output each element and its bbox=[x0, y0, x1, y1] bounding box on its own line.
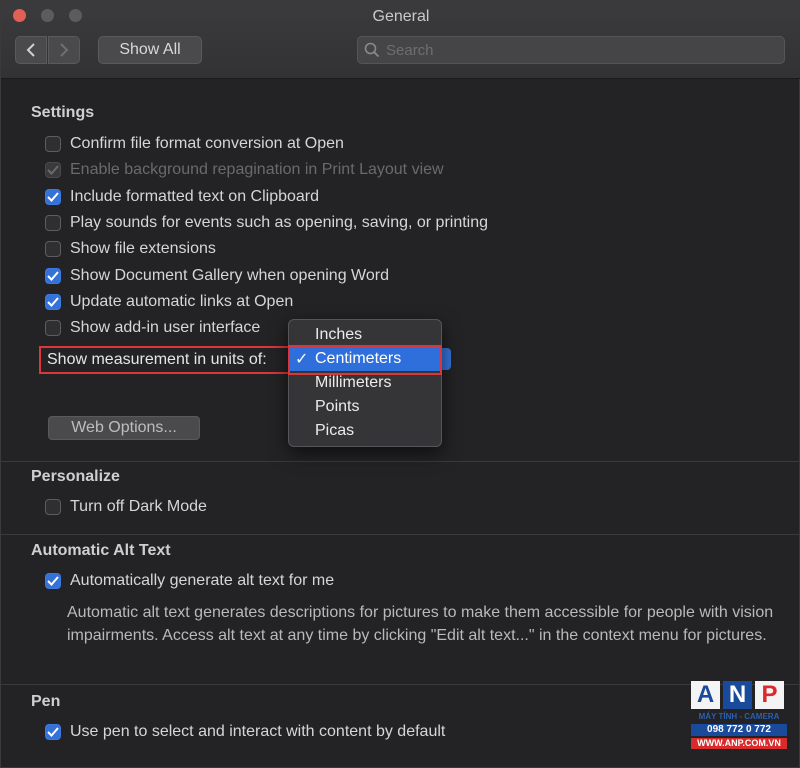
back-button[interactable] bbox=[15, 36, 47, 64]
setting-dark-mode[interactable]: Turn off Dark Mode bbox=[45, 496, 207, 518]
divider bbox=[1, 534, 800, 535]
checkbox[interactable] bbox=[45, 215, 61, 231]
show-all-button[interactable]: Show All bbox=[98, 36, 202, 64]
search-icon bbox=[364, 42, 380, 58]
checkbox[interactable] bbox=[45, 573, 61, 589]
alt-text-description: Automatic alt text generates description… bbox=[67, 604, 774, 644]
checkbox[interactable] bbox=[45, 294, 61, 310]
chevron-left-icon bbox=[26, 43, 35, 57]
logo-letter: N bbox=[723, 681, 752, 709]
logo-tagline: MÁY TÍNH - CAMERA bbox=[698, 712, 780, 721]
setting-label: Show add-in user interface bbox=[70, 319, 261, 336]
checkbox[interactable] bbox=[45, 241, 61, 257]
checkmark-icon bbox=[47, 271, 59, 281]
setting-use-pen[interactable]: Use pen to select and interact with cont… bbox=[45, 721, 445, 743]
setting-label: Show Document Gallery when opening Word bbox=[70, 267, 389, 284]
search-input[interactable] bbox=[386, 41, 766, 59]
menu-item-label: Centimeters bbox=[315, 350, 402, 367]
alt-text-section-title: Automatic Alt Text bbox=[31, 542, 171, 559]
checkbox bbox=[45, 162, 61, 178]
setting-label: Turn off Dark Mode bbox=[70, 498, 207, 515]
pen-section-title: Pen bbox=[31, 693, 61, 710]
setting-file-extensions[interactable]: Show file extensions bbox=[45, 238, 216, 260]
title-bar: General Show All bbox=[1, 1, 800, 79]
setting-label: Confirm file format conversion at Open bbox=[70, 135, 344, 152]
setting-label: Show file extensions bbox=[70, 240, 216, 257]
menu-item-points[interactable]: Points bbox=[289, 395, 441, 419]
setting-addin-ui[interactable]: Show add-in user interface bbox=[45, 317, 260, 339]
setting-formatted-clipboard[interactable]: Include formatted text on Clipboard bbox=[45, 186, 319, 208]
setting-update-links[interactable]: Update automatic links at Open bbox=[45, 291, 293, 313]
menu-item-label: Millimeters bbox=[315, 374, 392, 391]
menu-item-inches[interactable]: Inches bbox=[289, 323, 441, 347]
menu-item-label: Inches bbox=[315, 326, 363, 343]
menu-item-millimeters[interactable]: Millimeters bbox=[289, 371, 441, 395]
setting-label: Automatically generate alt text for me bbox=[70, 572, 335, 589]
setting-confirm-conversion[interactable]: Confirm file format conversion at Open bbox=[45, 133, 344, 155]
checkbox[interactable] bbox=[45, 136, 61, 152]
checkbox[interactable] bbox=[45, 724, 61, 740]
setting-label: Enable background repagination in Print … bbox=[70, 161, 444, 178]
anp-watermark-logo: A N P MÁY TÍNH - CAMERA 098 772 0 772 WW… bbox=[691, 681, 791, 753]
setting-label: Update automatic links at Open bbox=[70, 293, 294, 310]
logo-letter: A bbox=[691, 681, 720, 709]
forward-button[interactable] bbox=[48, 36, 80, 64]
menu-item-label: Points bbox=[315, 398, 360, 415]
setting-label: Play sounds for events such as opening, … bbox=[70, 214, 489, 231]
divider bbox=[1, 684, 800, 685]
checkmark-icon bbox=[47, 192, 59, 202]
menu-item-centimeters[interactable]: ✓ Centimeters bbox=[289, 347, 441, 371]
checkmark-icon bbox=[47, 297, 59, 307]
divider bbox=[1, 461, 800, 462]
window-title: General bbox=[372, 8, 430, 25]
setting-auto-alt-text[interactable]: Automatically generate alt text for me bbox=[45, 570, 334, 592]
checkmark-icon bbox=[47, 727, 59, 737]
checkmark-icon: ✓ bbox=[295, 351, 309, 368]
checkmark-icon bbox=[47, 165, 59, 175]
logo-phone: 098 772 0 772 bbox=[691, 724, 787, 736]
measurement-units-menu: Inches ✓ Centimeters Millimeters Points … bbox=[288, 319, 442, 447]
setting-label: Use pen to select and interact with cont… bbox=[70, 723, 446, 740]
preferences-window: General Show All Settings Confirm file f… bbox=[0, 0, 800, 768]
menu-item-label: Picas bbox=[315, 422, 355, 439]
web-options-button[interactable]: Web Options... bbox=[48, 416, 200, 440]
chevron-right-icon bbox=[60, 43, 69, 57]
measurement-units-label: Show measurement in units of: bbox=[47, 351, 267, 368]
measurement-units-popup[interactable] bbox=[441, 348, 451, 370]
measurement-units-label-highlight: Show measurement in units of: bbox=[39, 346, 293, 374]
setting-label: Include formatted text on Clipboard bbox=[70, 188, 320, 205]
logo-letter: P bbox=[755, 681, 784, 709]
setting-play-sounds[interactable]: Play sounds for events such as opening, … bbox=[45, 212, 488, 234]
checkbox[interactable] bbox=[45, 189, 61, 205]
checkbox[interactable] bbox=[45, 499, 61, 515]
menu-item-picas[interactable]: Picas bbox=[289, 419, 441, 443]
search-field[interactable] bbox=[357, 36, 785, 64]
checkmark-icon bbox=[47, 576, 59, 586]
logo-website: WWW.ANP.COM.VN bbox=[691, 738, 787, 749]
checkbox[interactable] bbox=[45, 320, 61, 336]
setting-document-gallery[interactable]: Show Document Gallery when opening Word bbox=[45, 265, 389, 287]
setting-background-repagination: Enable background repagination in Print … bbox=[45, 159, 444, 181]
checkbox[interactable] bbox=[45, 268, 61, 284]
settings-section-title: Settings bbox=[31, 104, 95, 121]
personalize-section-title: Personalize bbox=[31, 468, 120, 485]
